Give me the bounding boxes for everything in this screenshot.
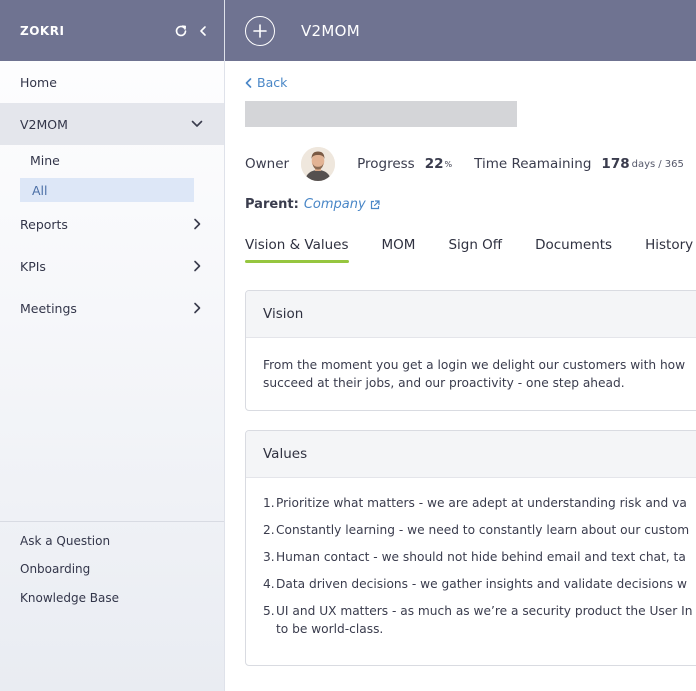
- tab-documents[interactable]: Documents: [535, 237, 612, 261]
- list-item-text: Prioritize what matters - we are adept a…: [276, 496, 687, 510]
- progress-unit: %: [444, 159, 453, 169]
- main-content: Back Owner Progress 22 % Time Reamaining…: [225, 61, 696, 691]
- refresh-icon[interactable]: [170, 20, 192, 42]
- chevron-right-icon: [190, 301, 204, 315]
- list-item-number: 1.: [263, 496, 275, 510]
- days-remaining-value: 178: [601, 156, 630, 172]
- list-item-text: Human contact - we should not hide behin…: [276, 550, 686, 564]
- list-item: 2. Constantly learning - we need to cons…: [263, 521, 696, 539]
- values-card-title: Values: [246, 431, 696, 478]
- vision-card-body: From the moment you get a login we delig…: [246, 338, 696, 410]
- chevron-right-icon: [190, 259, 204, 273]
- sidebar-header: ZOKRI: [0, 0, 224, 61]
- sidebar-item-label: Reports: [20, 216, 68, 232]
- parent-link[interactable]: Company: [304, 197, 366, 212]
- brand-logo: ZOKRI: [20, 23, 65, 38]
- list-item: 4. Data driven decisions - we gather ins…: [263, 575, 696, 593]
- tab-bar: Vision & Values MOM Sign Off Documents H…: [245, 237, 696, 263]
- list-item-text-line: UI and UX matters - as much as we’re a s…: [276, 604, 693, 618]
- sidebar-subitem-label: Mine: [30, 152, 60, 168]
- back-label: Back: [257, 75, 288, 90]
- vision-text-line: From the moment you get a login we delig…: [263, 358, 686, 372]
- sidebar-item-reports[interactable]: Reports: [0, 203, 224, 245]
- tab-sign-off[interactable]: Sign Off: [448, 237, 502, 261]
- list-item-text: UI and UX matters - as much as we’re a s…: [276, 602, 692, 638]
- add-button[interactable]: [245, 15, 275, 46]
- list-item: 5. UI and UX matters - as much as we’re …: [263, 602, 696, 638]
- tab-vision-values[interactable]: Vision & Values: [245, 237, 349, 263]
- sidebar-item-v2mom[interactable]: V2MOM: [0, 103, 224, 145]
- list-item-number: 5.: [263, 604, 275, 618]
- values-list: 1. Prioritize what matters - we are adep…: [246, 478, 696, 665]
- top-bar: V2MOM: [225, 0, 696, 61]
- collapse-sidebar-icon[interactable]: [192, 20, 214, 42]
- tab-mom[interactable]: MOM: [382, 237, 416, 261]
- tab-history[interactable]: History: [645, 237, 693, 261]
- sidebar-subitem-mine[interactable]: Mine: [20, 148, 194, 172]
- list-item-number: 3.: [263, 550, 275, 564]
- app: ZOKRI Home V2MOM Mine All Reports KPIs M…: [0, 0, 696, 691]
- vision-card-title: Vision: [246, 291, 696, 338]
- list-item: 3. Human contact - we should not hide be…: [263, 548, 696, 566]
- days-unit: days: [631, 158, 656, 170]
- sidebar-subitem-all[interactable]: All: [20, 178, 194, 202]
- sidebar-item-kpis[interactable]: KPIs: [0, 245, 224, 287]
- back-link[interactable]: Back: [245, 75, 287, 90]
- progress-value: 22: [424, 156, 444, 172]
- sidebar-item-label: KPIs: [20, 258, 46, 274]
- sidebar: ZOKRI Home V2MOM Mine All Reports KPIs M…: [0, 0, 225, 691]
- vision-card: Vision From the moment you get a login w…: [245, 290, 696, 411]
- days-total: / 365: [658, 158, 684, 170]
- plus-icon: [253, 23, 267, 38]
- ask-question-link[interactable]: Ask a Question: [20, 532, 110, 550]
- knowledge-base-link[interactable]: Knowledge Base: [20, 589, 119, 607]
- owner-label: Owner: [245, 156, 290, 172]
- sidebar-subitem-label: All: [32, 182, 48, 198]
- list-item: 1. Prioritize what matters - we are adep…: [263, 494, 696, 512]
- external-link-icon[interactable]: [370, 199, 380, 210]
- list-item-number: 2.: [263, 523, 275, 537]
- sidebar-item-meetings[interactable]: Meetings: [0, 287, 224, 329]
- chevron-left-icon: [245, 77, 252, 88]
- sidebar-item-label: Meetings: [20, 300, 77, 316]
- list-item-number: 4.: [263, 577, 275, 591]
- time-remaining-label: Time Reamaining: [474, 156, 592, 172]
- owner-avatar[interactable]: [301, 147, 336, 181]
- parent-label: Parent:: [245, 197, 299, 212]
- onboarding-link[interactable]: Onboarding: [20, 560, 90, 578]
- chevron-down-icon: [190, 117, 204, 131]
- sidebar-item-label: V2MOM: [20, 116, 68, 132]
- page-title: V2MOM: [301, 21, 360, 40]
- meta-row: Owner Progress 22 % Time Reamaining 178 …: [245, 147, 684, 181]
- list-item-text: Constantly learning - we need to constan…: [276, 523, 690, 537]
- chevron-right-icon: [190, 217, 204, 231]
- progress-label: Progress: [357, 156, 415, 172]
- list-item-text: Data driven decisions - we gather insigh…: [276, 577, 687, 591]
- sidebar-item-home[interactable]: Home: [0, 61, 224, 103]
- title-placeholder: [245, 101, 517, 127]
- sidebar-divider: [0, 521, 224, 522]
- sidebar-item-label: Home: [20, 74, 57, 90]
- list-item-text-line: to be world-class.: [276, 622, 384, 636]
- values-card: Values 1. Prioritize what matters - we a…: [245, 430, 696, 666]
- parent-row: Parent: Company: [245, 197, 380, 212]
- vision-text-line: succeed at their jobs, and our proactivi…: [263, 376, 625, 390]
